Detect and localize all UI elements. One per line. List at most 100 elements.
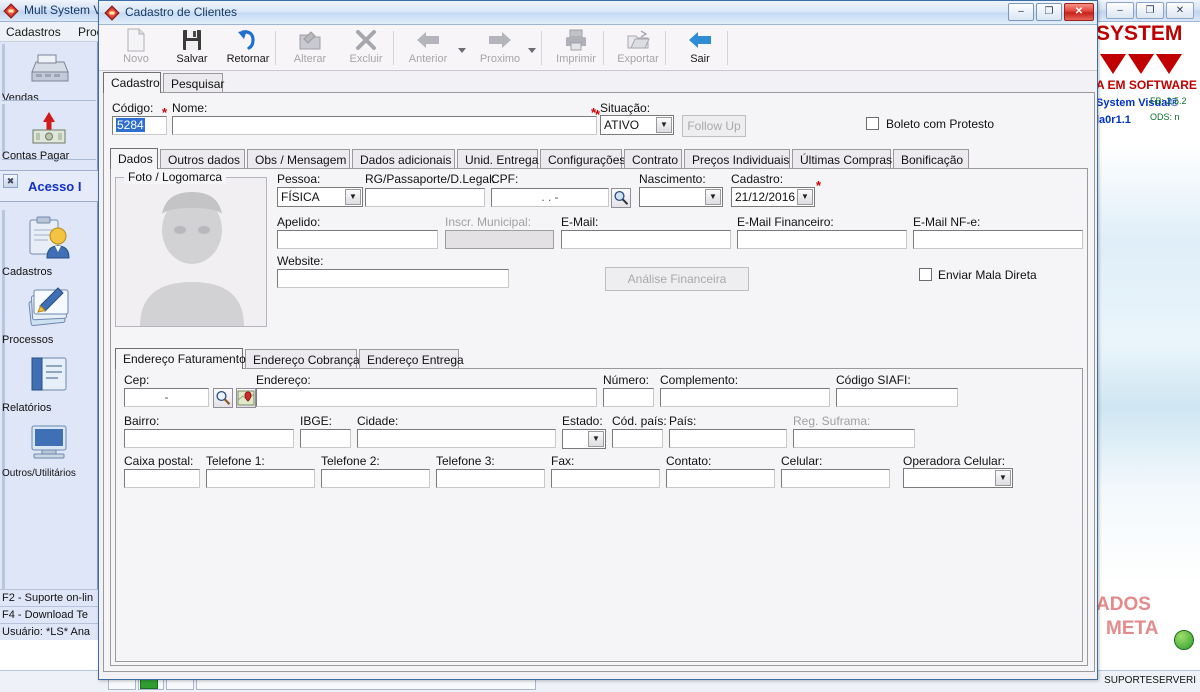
tab-bonificacao[interactable]: Bonificação — [893, 149, 969, 169]
website-input[interactable] — [277, 269, 509, 288]
chevron-down-icon[interactable]: ▼ — [797, 189, 813, 205]
toolbar-imprimir-button[interactable]: Imprimir — [545, 27, 607, 69]
complemento-input[interactable] — [660, 388, 830, 407]
endereco-input[interactable] — [256, 388, 597, 407]
sidebar-item-contas-pagar[interactable]: Contas Pagar — [2, 106, 96, 162]
foto-logomarca-group[interactable]: Foto / Logomarca — [115, 170, 267, 327]
operadora-select[interactable]: ▼ — [903, 468, 1013, 488]
window-toolbar: Novo Salvar Retornar Alterar Excluir Ant… — [99, 25, 1097, 71]
bg-minimize-button[interactable]: – — [1106, 2, 1134, 19]
operadora-label: Operadora Celular: — [903, 454, 1006, 468]
chevron-down-icon[interactable]: ▼ — [995, 470, 1011, 486]
bg-close-button[interactable]: ✕ — [1166, 2, 1194, 19]
footer-download-team[interactable]: F4 - Download Te — [0, 606, 98, 623]
cadastro-datepicker[interactable]: 21/12/2016 ▼ — [731, 187, 815, 207]
tab-outros-dados[interactable]: Outros dados — [160, 149, 245, 169]
email-nfe-input[interactable] — [913, 230, 1083, 249]
window-minimize-button[interactable]: – — [1008, 3, 1034, 21]
cpf-search-button[interactable] — [611, 188, 631, 208]
celular-input[interactable] — [781, 469, 890, 488]
tab-endereco-cobranca[interactable]: Endereço Cobrança — [245, 349, 360, 369]
sidebar-item-vendas[interactable]: Vendas — [2, 46, 96, 104]
nome-input[interactable] — [172, 116, 597, 135]
contato-input[interactable] — [666, 469, 775, 488]
tab-cadastro[interactable]: Cadastro — [103, 72, 161, 93]
sidebar-item-cadastros[interactable]: Cadastros — [2, 212, 96, 278]
tab-obs-mensagem[interactable]: Obs / Mensagem — [247, 149, 350, 169]
numero-input[interactable] — [603, 388, 654, 407]
chevron-down-icon[interactable]: ▼ — [588, 431, 604, 447]
caixa-postal-input[interactable] — [124, 469, 200, 488]
followup-button[interactable]: Follow Up — [682, 115, 746, 137]
email-financeiro-input[interactable] — [737, 230, 907, 249]
telefone2-input[interactable] — [321, 469, 430, 488]
rg-input[interactable] — [365, 188, 485, 207]
analise-financeira-button[interactable]: Análise Financeira — [605, 267, 749, 291]
numero-label: Número: — [603, 373, 650, 387]
siafi-input[interactable] — [836, 388, 958, 407]
bg-maximize-button[interactable]: ❐ — [1136, 2, 1164, 19]
cep-map-button[interactable] — [236, 388, 256, 408]
toolbar-anterior-button[interactable]: Anterior — [397, 27, 459, 69]
pais-input[interactable] — [669, 429, 787, 448]
codpais-input[interactable] — [612, 429, 663, 448]
sidebar-item-relatorios[interactable]: Relatórios — [2, 348, 96, 414]
toolbar-novo-button[interactable]: Novo — [105, 27, 167, 69]
proximo-dropdown-icon[interactable] — [527, 45, 537, 55]
window-titlebar[interactable]: Cadastro de Clientes – ❐ ✕ — [99, 1, 1097, 25]
toolbar-sair-button[interactable]: Sair — [669, 27, 731, 69]
toolbar-retornar-button[interactable]: Retornar — [217, 27, 279, 69]
chevron-down-icon[interactable]: ▼ — [705, 189, 721, 205]
sidebar-item-outros-utilitarios[interactable]: Outros/Utilitários — [2, 416, 96, 479]
email-input[interactable] — [561, 230, 731, 249]
cpf-label: CPF: — [491, 172, 519, 186]
window-close-button[interactable]: ✕ — [1064, 3, 1094, 21]
anterior-dropdown-icon[interactable] — [457, 45, 467, 55]
boleto-protesto-checkbox[interactable] — [866, 117, 879, 130]
chevron-down-icon[interactable]: ▼ — [656, 117, 672, 133]
menu-cadastros[interactable]: Cadastros — [6, 25, 61, 39]
tab-contrato[interactable]: Contrato — [624, 149, 682, 169]
tab-dados[interactable]: Dados — [110, 148, 158, 169]
apelido-input[interactable] — [277, 230, 438, 249]
nascimento-datepicker[interactable]: ▼ — [639, 187, 723, 207]
chevron-down-icon[interactable]: ▼ — [345, 189, 361, 205]
toolbar-alterar-button[interactable]: Alterar — [279, 27, 341, 69]
tab-precos-individuais[interactable]: Preços Individuais — [684, 149, 790, 169]
tab-endereco-faturamento[interactable]: Endereço Faturamento — [115, 348, 246, 369]
pessoa-label: Pessoa: — [277, 172, 321, 186]
acesso-close-icon[interactable]: ✖ — [3, 174, 18, 188]
toolbar-label: Excluir — [349, 53, 383, 65]
telefone1-input[interactable] — [206, 469, 315, 488]
bairro-input[interactable] — [124, 429, 294, 448]
tab-configuracoes[interactable]: Configurações — [540, 149, 625, 169]
estado-select[interactable]: ▼ — [562, 429, 606, 449]
telefone3-input[interactable] — [436, 469, 545, 488]
suframa-input[interactable] — [793, 429, 915, 448]
cpf-input[interactable]: . . - — [491, 188, 609, 207]
toolbar-excluir-button[interactable]: Excluir — [335, 27, 397, 69]
toolbar-proximo-button[interactable]: Proximo — [469, 27, 531, 69]
window-maximize-button[interactable]: ❐ — [1036, 3, 1062, 21]
tab-dados-adicionais[interactable]: Dados adicionais — [352, 149, 455, 169]
tab-ultimas-compras[interactable]: Últimas Compras — [792, 149, 892, 169]
pessoa-select[interactable]: FÍSICA ▼ — [277, 187, 363, 207]
ibge-input[interactable] — [300, 429, 351, 448]
sidebar-item-processos[interactable]: Processos — [2, 280, 96, 346]
tab-endereco-entrega[interactable]: Endereço Entrega — [359, 349, 464, 369]
email-financeiro-label: E-Mail Financeiro: — [737, 215, 834, 229]
mala-direta-checkbox[interactable] — [919, 268, 932, 281]
delete-x-icon — [335, 28, 397, 52]
tab-unid-entrega[interactable]: Unid. Entrega — [457, 149, 538, 169]
fax-input[interactable] — [551, 469, 660, 488]
tab-pesquisar[interactable]: Pesquisar — [163, 73, 224, 93]
cep-search-button[interactable] — [213, 388, 233, 408]
cidade-input[interactable] — [357, 429, 556, 448]
situacao-select[interactable]: ATIVO ▼ — [600, 115, 674, 135]
footer-suporte-online[interactable]: F2 - Suporte on-lin — [0, 589, 98, 606]
cep-input[interactable]: - — [124, 388, 209, 407]
toolbar-separator-5 — [665, 31, 666, 65]
toolbar-exportar-button[interactable]: Exportar — [607, 27, 669, 69]
toolbar-salvar-button[interactable]: Salvar — [161, 27, 223, 69]
codigo-input[interactable]: 5284 — [112, 116, 167, 135]
